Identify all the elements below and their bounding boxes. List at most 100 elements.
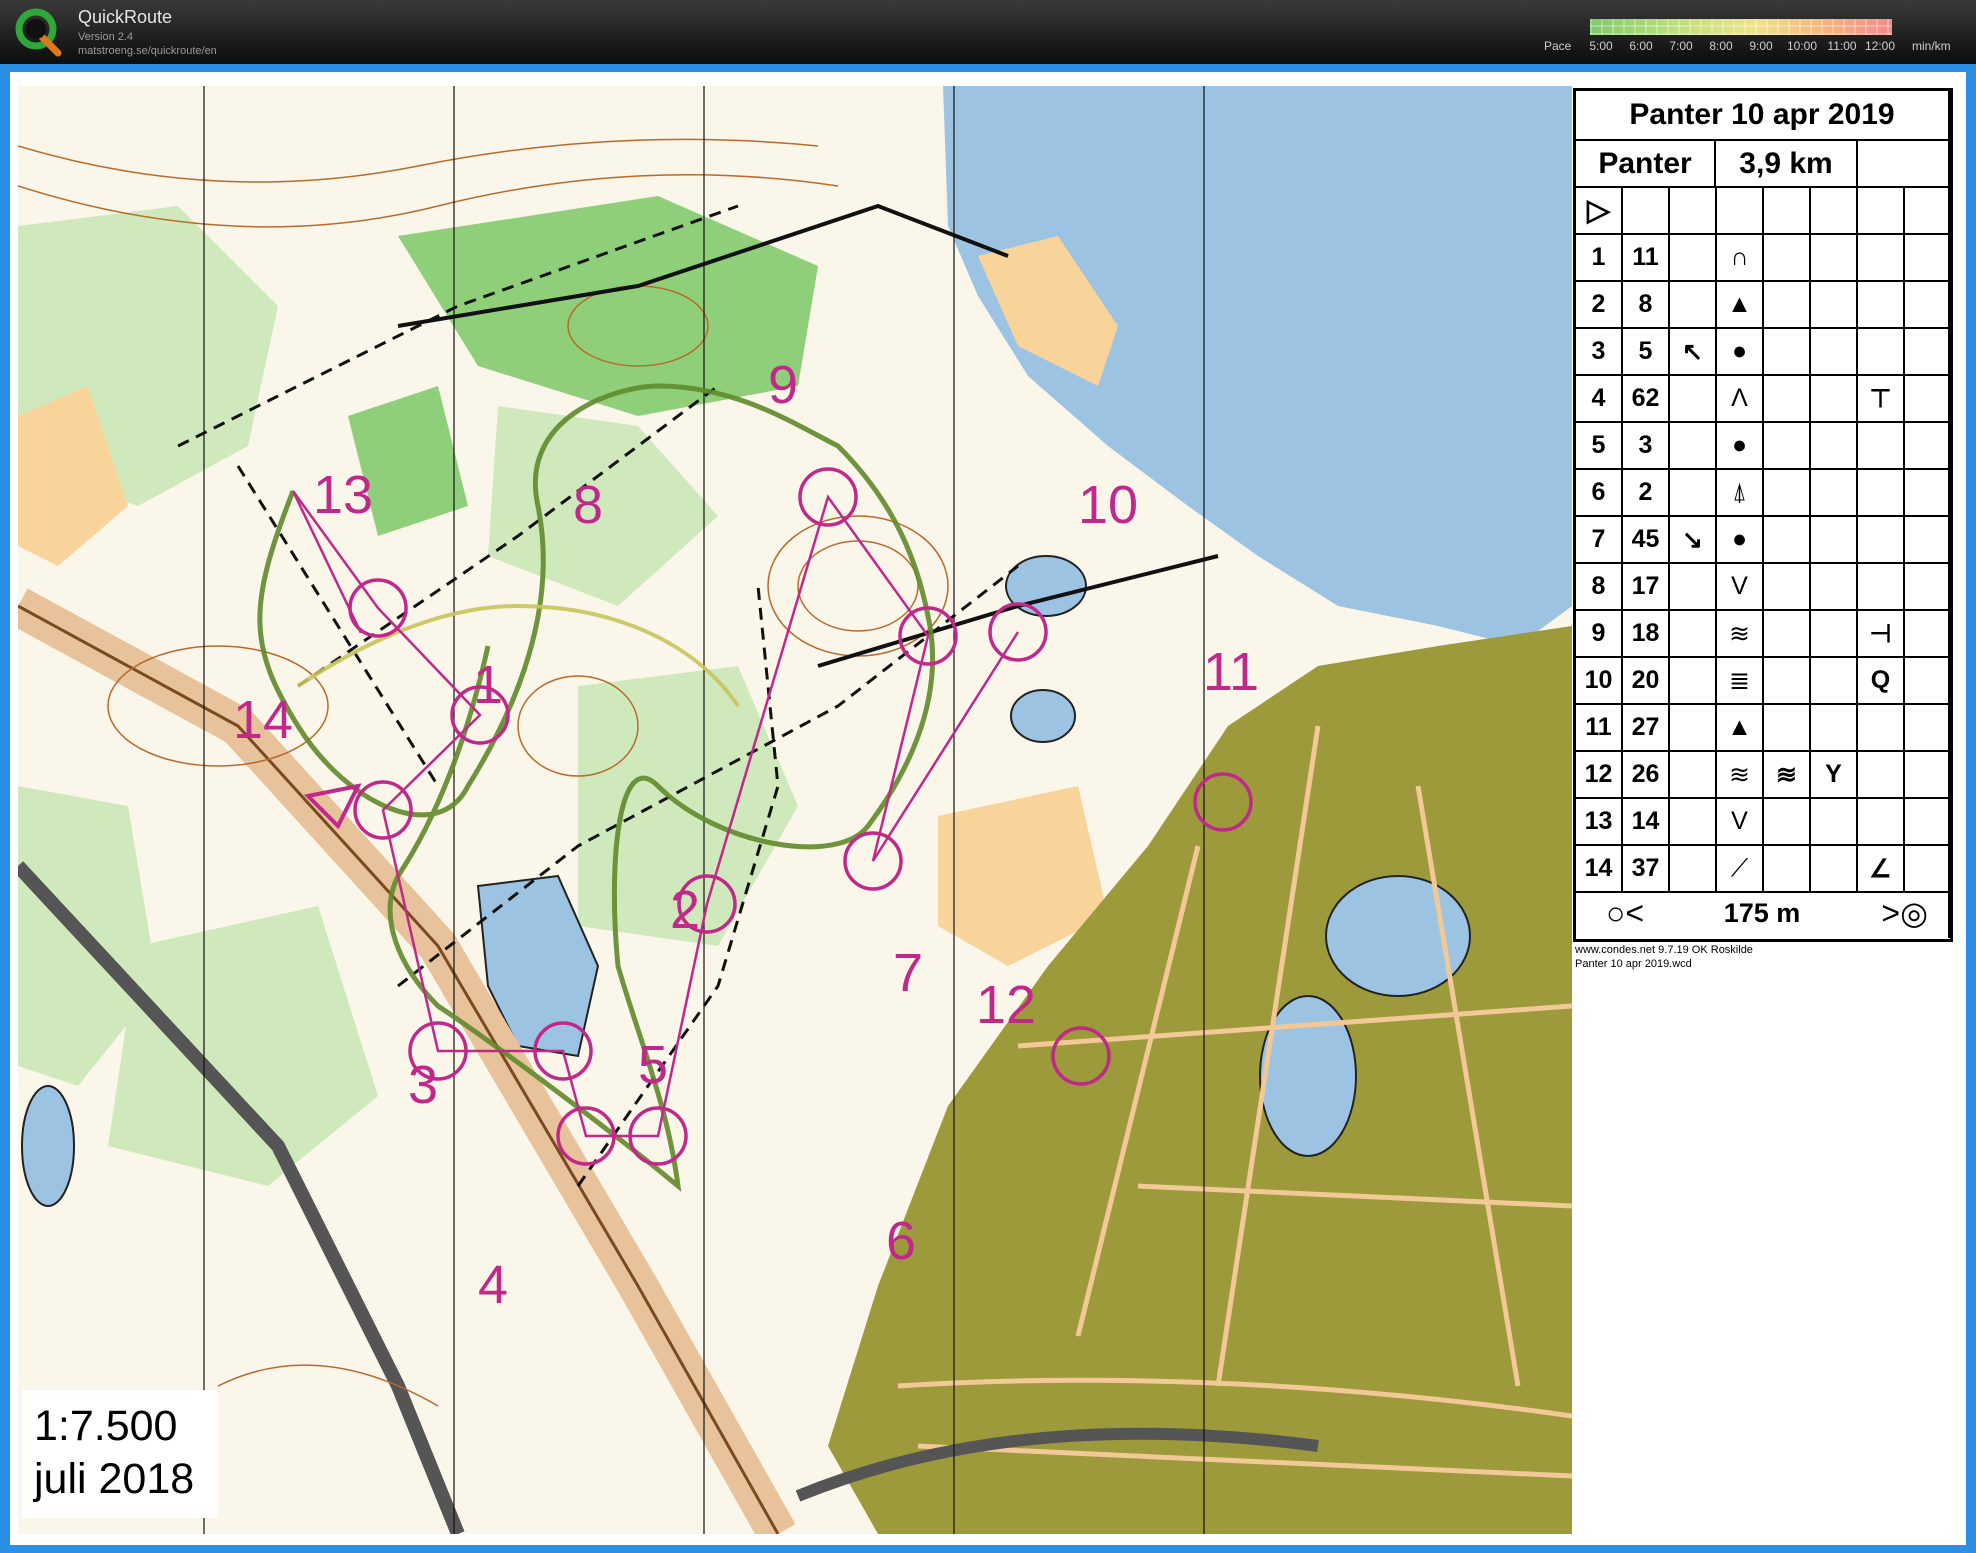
control-code: 27 (1623, 705, 1670, 752)
control-feature-symbol: ≣ (1717, 658, 1764, 705)
control-feature-symbol-2 (1764, 846, 1811, 893)
control-feature-symbol-3 (1811, 282, 1858, 329)
control-location-detail (1858, 282, 1905, 329)
finish-end-marker: >◎ (1881, 895, 1928, 931)
event-title: Panter 10 apr 2019 (1576, 91, 1950, 141)
control-feature-symbol: V (1717, 799, 1764, 846)
orienteering-map[interactable]: 1 2 3 4 5 6 7 8 9 10 11 12 13 14 (18, 86, 1572, 1534)
control-feature-symbol-3 (1811, 423, 1858, 470)
map-scale: 1:7.500 (34, 1402, 178, 1450)
control-feature-symbol-3 (1811, 658, 1858, 705)
pace-tick: 8:00 (1709, 39, 1733, 53)
control-feature-symbol-2 (1764, 423, 1811, 470)
control-code: 8 (1623, 282, 1670, 329)
software-credit: www.condes.net 9.7.19 OK Roskilde (1575, 944, 1753, 956)
finish-distance: 175 m (1723, 897, 1801, 928)
control-direction (1670, 611, 1717, 658)
app-url[interactable]: matstroeng.se/quickroute/en (78, 45, 217, 57)
control-number-12: 12 (976, 975, 1036, 1035)
control-feature-symbol: ▲ (1717, 705, 1764, 752)
control-direction (1670, 235, 1717, 282)
control-location-detail (1858, 799, 1905, 846)
control-sequence-number: 12 (1576, 752, 1623, 799)
control-feature-symbol: ● (1717, 329, 1764, 376)
pace-color-scale (1590, 19, 1892, 35)
control-direction (1670, 799, 1717, 846)
empty-cell (1905, 188, 1950, 235)
control-sequence-number: 13 (1576, 799, 1623, 846)
control-location-detail (1858, 517, 1905, 564)
control-feature-symbol-3 (1811, 376, 1858, 423)
control-feature-symbol-3 (1811, 470, 1858, 517)
control-other-info (1905, 517, 1950, 564)
control-location-detail (1858, 329, 1905, 376)
app-title: QuickRoute (78, 7, 173, 27)
control-direction (1670, 423, 1717, 470)
control-sequence-number: 8 (1576, 564, 1623, 611)
control-feature-symbol-2 (1764, 235, 1811, 282)
empty-cell (1670, 188, 1717, 235)
start-symbol: ▷ (1576, 188, 1623, 235)
control-location-detail: ⊣ (1858, 611, 1905, 658)
control-feature-symbol-2 (1764, 705, 1811, 752)
control-number-11: 11 (1203, 642, 1259, 702)
control-other-info (1905, 564, 1950, 611)
map-date: juli 2018 (34, 1455, 195, 1503)
control-feature-symbol: ⟋ (1717, 846, 1764, 893)
control-feature-symbol-3 (1811, 517, 1858, 564)
control-direction: ↘ (1670, 517, 1717, 564)
control-other-info (1905, 658, 1950, 705)
empty-cell (1717, 188, 1764, 235)
control-feature-symbol-3 (1811, 799, 1858, 846)
control-sequence-number: 5 (1576, 423, 1623, 470)
control-feature-symbol-3: Y (1811, 752, 1858, 799)
control-feature-symbol-3 (1811, 329, 1858, 376)
control-location-detail (1858, 564, 1905, 611)
control-feature-symbol-2 (1764, 517, 1811, 564)
control-feature-symbol-2: ≋ (1764, 752, 1811, 799)
control-number-1: 1 (473, 655, 503, 715)
control-sequence-number: 10 (1576, 658, 1623, 705)
pace-tick: 11:00 (1827, 39, 1857, 53)
control-other-info (1905, 376, 1950, 423)
control-other-info (1905, 752, 1950, 799)
control-feature-symbol: ▲ (1717, 282, 1764, 329)
control-feature-symbol: Λ (1717, 376, 1764, 423)
control-location-detail (1858, 705, 1905, 752)
pace-tick: 10:00 (1786, 39, 1818, 53)
control-feature-symbol-2 (1764, 376, 1811, 423)
control-description-sheet: Panter 10 apr 2019 Panter 3,9 km ▷ 1 11 ∩ 2 8… (1573, 88, 1953, 942)
control-location-detail: Q (1858, 658, 1905, 705)
control-feature-symbol: ≋ (1717, 752, 1764, 799)
control-feature-symbol: ∩ (1717, 235, 1764, 282)
control-sequence-number: 14 (1576, 846, 1623, 893)
control-sequence-number: 3 (1576, 329, 1623, 376)
control-feature-symbol-3 (1811, 235, 1858, 282)
control-number-5: 5 (638, 1035, 668, 1095)
control-location-detail: ∠ (1858, 846, 1905, 893)
pace-tick: 7:00 (1669, 39, 1693, 53)
control-feature-symbol-3 (1811, 611, 1858, 658)
control-code: 3 (1623, 423, 1670, 470)
control-other-info (1905, 329, 1950, 376)
control-location-detail: ⊤ (1858, 376, 1905, 423)
class-name: Panter (1576, 141, 1716, 188)
pace-tick: 9:00 (1749, 39, 1773, 53)
control-direction (1670, 282, 1717, 329)
control-number-13: 13 (313, 465, 373, 525)
control-other-info (1905, 470, 1950, 517)
control-number-10: 10 (1078, 475, 1138, 535)
control-feature-symbol-3 (1811, 564, 1858, 611)
control-number-3: 3 (408, 1055, 438, 1115)
app-version: Version 2.4 (78, 31, 134, 43)
control-code: 11 (1623, 235, 1670, 282)
control-other-info (1905, 799, 1950, 846)
control-direction (1670, 846, 1717, 893)
control-code: 20 (1623, 658, 1670, 705)
control-code: 17 (1623, 564, 1670, 611)
control-code: 26 (1623, 752, 1670, 799)
control-feature-symbol: ⍋ (1717, 470, 1764, 517)
control-other-info (1905, 611, 1950, 658)
control-number-2: 2 (670, 880, 700, 940)
control-sequence-number: 6 (1576, 470, 1623, 517)
